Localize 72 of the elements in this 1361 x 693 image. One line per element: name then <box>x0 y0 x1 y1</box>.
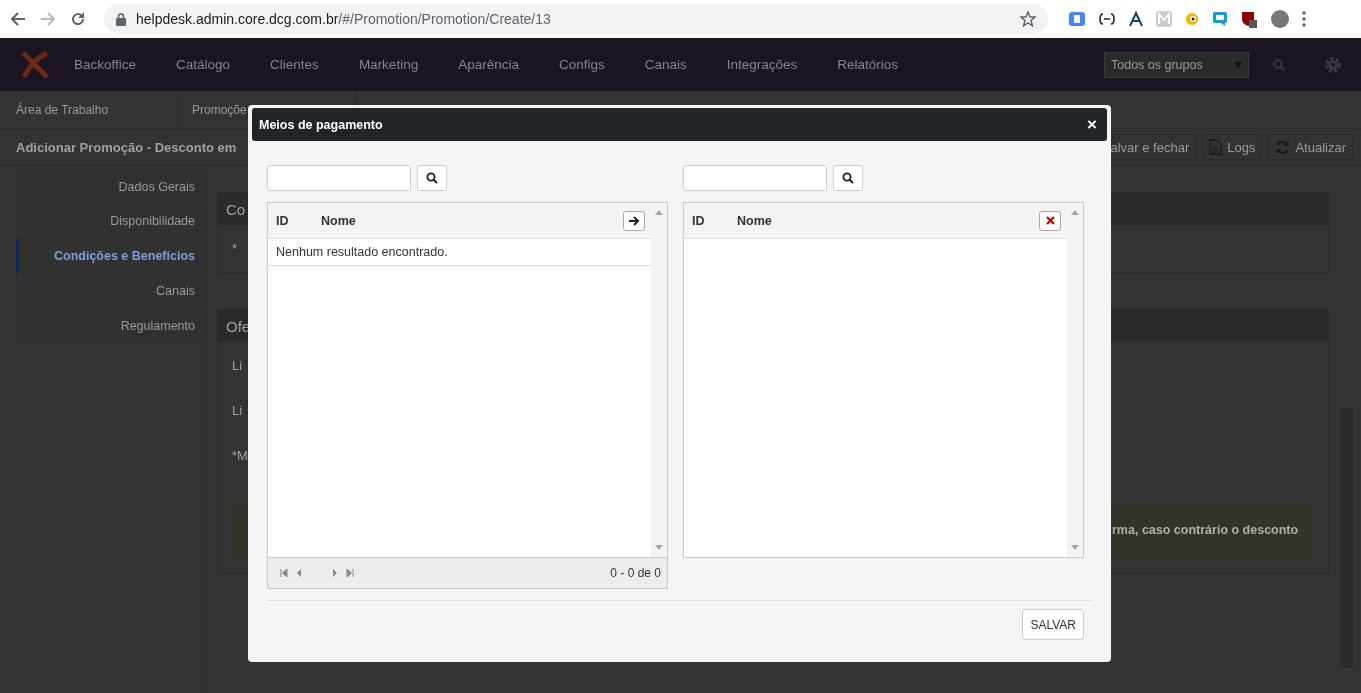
back-icon[interactable] <box>10 11 26 27</box>
extension-icon[interactable] <box>1098 11 1116 27</box>
empty-message: Nenhum resultado encontrado. <box>268 239 651 266</box>
brand-link[interactable]: Backoffice <box>50 57 157 72</box>
scrollbar[interactable] <box>651 203 667 557</box>
remove-button[interactable] <box>1039 210 1061 231</box>
close-icon <box>1045 216 1055 225</box>
refresh-icon <box>1275 139 1291 155</box>
nav-item[interactable]: Marketing <box>338 57 439 72</box>
address-bar[interactable]: helpdesk.admin.core.dcg.com.br/#/Promotion/Promotion/Create/13 <box>104 4 1048 34</box>
field-label: * <box>232 241 238 256</box>
search-button[interactable] <box>417 165 447 191</box>
previous-page-icon[interactable] <box>296 569 302 577</box>
scroll-down-icon[interactable] <box>1071 544 1079 551</box>
lock-icon <box>116 12 126 26</box>
refresh-button[interactable]: Atualizar <box>1268 134 1353 160</box>
sidebar-item[interactable]: Canais <box>16 274 206 309</box>
group-select[interactable]: Todos os grupos <box>1104 51 1249 78</box>
settings-icon[interactable] <box>1323 54 1343 75</box>
nav-item[interactable]: Integrações <box>706 57 818 72</box>
save-button[interactable]: SALVAR <box>1022 609 1084 640</box>
star-icon[interactable] <box>1020 11 1036 27</box>
avatar-icon[interactable] <box>1270 9 1290 29</box>
nav-item[interactable]: Relatórios <box>817 57 919 72</box>
nav-item[interactable]: Canais <box>624 57 707 72</box>
search-button[interactable] <box>833 165 863 191</box>
search-field[interactable] <box>267 165 411 191</box>
sidebar-item[interactable]: Dados Gerais <box>16 169 206 204</box>
tab[interactable]: Área de Trabalho <box>0 91 178 128</box>
sidebar-item[interactable]: Condições e Benefícios <box>16 239 206 274</box>
field-label: Li <box>232 403 243 418</box>
sidebar-item[interactable]: Disponibilidade <box>16 204 206 239</box>
logs-button[interactable]: Logs <box>1202 134 1263 160</box>
scrollbar[interactable] <box>1067 203 1083 557</box>
reload-icon[interactable] <box>70 11 86 27</box>
page-title: Adicionar Promoção - Desconto em <box>16 139 238 155</box>
arrow-right-icon <box>628 215 640 226</box>
next-page-icon[interactable] <box>332 569 338 577</box>
add-button[interactable] <box>623 210 645 231</box>
nav-item[interactable]: Catálogo <box>156 57 251 72</box>
field-label: Li <box>232 358 243 373</box>
modal-title: Meios de pagamento <box>259 117 383 132</box>
extension-icon[interactable] <box>1240 10 1258 28</box>
column-header: Nome <box>321 213 357 228</box>
dropdown-caret-icon <box>1234 61 1242 68</box>
column-header: ID <box>692 213 706 228</box>
search-icon <box>842 172 854 184</box>
search-field[interactable] <box>683 165 827 191</box>
column-header: ID <box>276 213 290 228</box>
logo-icon[interactable] <box>20 49 50 80</box>
scroll-up-icon[interactable] <box>1071 209 1079 216</box>
field-label: *M <box>232 448 248 463</box>
search-icon <box>426 172 438 184</box>
section-title: Ofe <box>226 317 251 335</box>
section-title: Co <box>226 200 246 218</box>
document-icon <box>1209 139 1223 155</box>
nav-item[interactable]: Aparência <box>438 57 539 72</box>
forward-icon[interactable] <box>40 11 56 27</box>
pager-info: 0 - 0 de 0 <box>610 566 661 580</box>
extension-icon[interactable] <box>1128 11 1144 27</box>
sidebar-item[interactable]: Regulamento <box>16 309 206 344</box>
last-page-icon[interactable] <box>346 569 354 577</box>
scroll-down-icon[interactable] <box>655 544 663 551</box>
scroll-up-icon[interactable] <box>655 209 663 216</box>
nav-item[interactable]: Configs <box>538 57 625 72</box>
url-text: helpdesk.admin.core.dcg.com.br/#/Promotion/Promotion/Create/13 <box>136 11 552 27</box>
first-page-icon[interactable] <box>280 569 288 577</box>
close-button[interactable]: × <box>1083 114 1101 135</box>
nav-item[interactable]: Clientes <box>250 57 339 72</box>
search-icon <box>1273 58 1285 71</box>
column-header: Nome <box>737 213 773 228</box>
menu-icon[interactable] <box>1302 11 1306 27</box>
